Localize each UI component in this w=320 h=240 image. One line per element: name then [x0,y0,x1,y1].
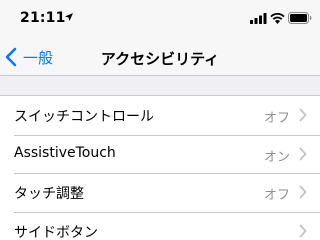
settings-row-assistivetouch[interactable]: AssistiveTouch オン [0,134,320,173]
settings-row-switch-control[interactable]: スイッチコントロール オフ [0,96,320,135]
page-title: アクセシビリティ [100,50,220,68]
battery-icon [288,12,312,24]
settings-list: スイッチコントロール オフ AssistiveTouch オン タッチ調整 オフ… [0,95,320,240]
status-time: 21:11 [20,10,66,26]
row-value: オフ [263,111,290,126]
row-label: タッチ調整 [14,186,84,202]
row-value: オン [263,149,290,165]
row-label: スイッチコントロール [14,109,154,125]
chevron-right-icon [299,224,307,237]
navigation-bar: 一般 アクセシビリティ [0,38,320,76]
status-bar: 21:11 [0,0,320,38]
row-label: サイドボタン [14,224,98,240]
settings-row-touch-accommodations[interactable]: タッチ調整 オフ [0,173,320,212]
chevron-right-icon [299,147,307,160]
location-arrow-icon [65,13,73,21]
settings-row-side-button[interactable]: サイドボタン [0,211,320,240]
row-label: AssistiveTouch [14,144,116,161]
signal-icon [250,13,267,24]
row-value: オフ [263,188,290,203]
chevron-right-icon [299,108,307,122]
wifi-icon [270,13,285,24]
chevron-right-icon [299,185,307,199]
